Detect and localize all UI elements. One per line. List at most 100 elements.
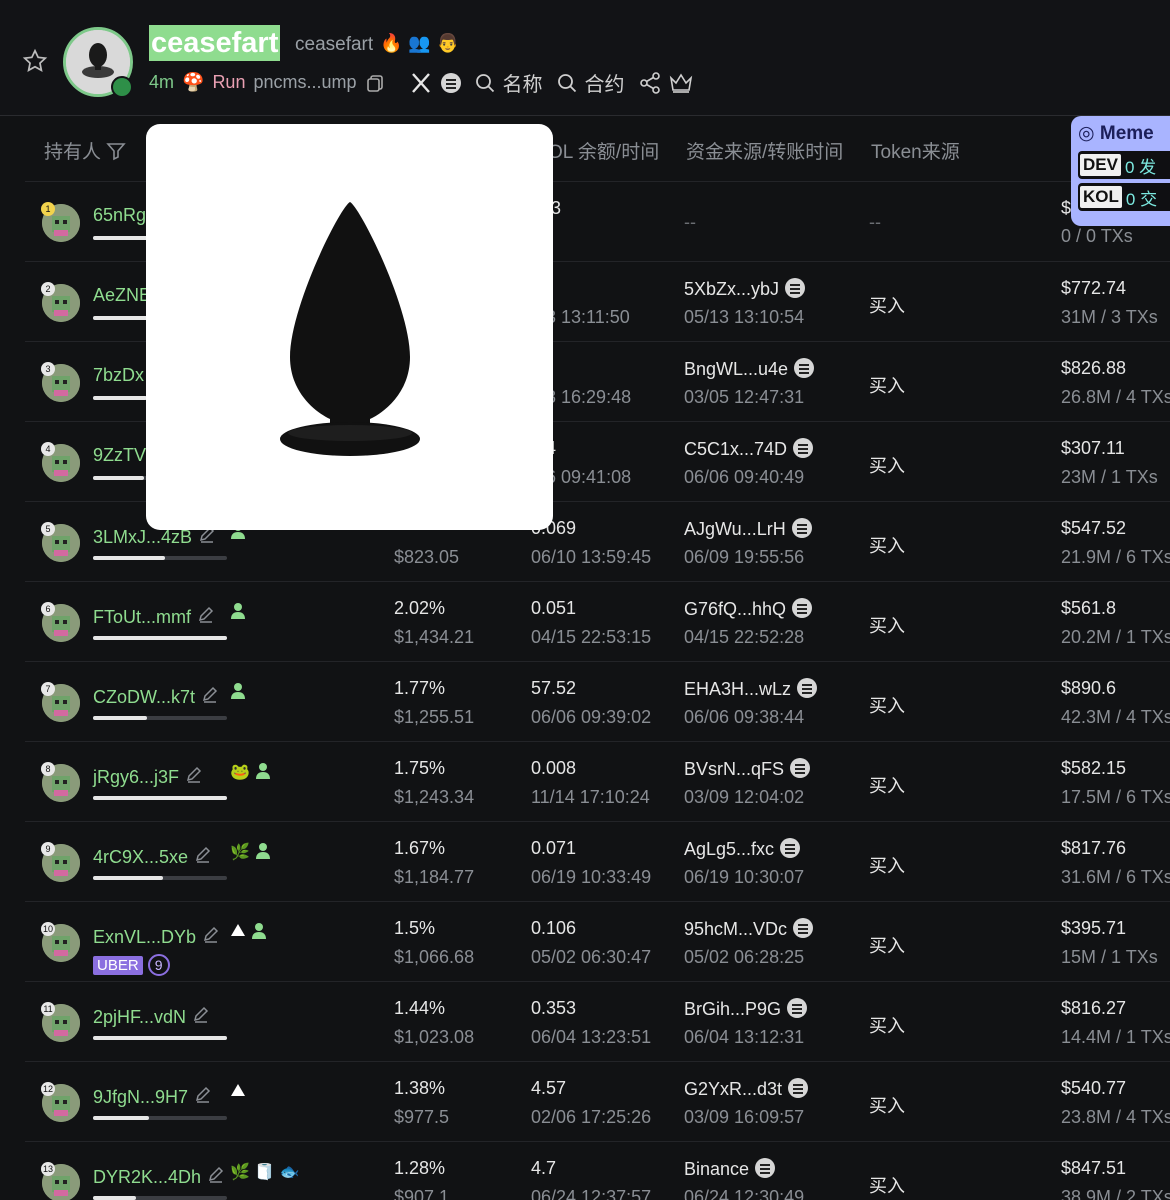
fund-time: 06/04 13:12:31	[684, 1027, 805, 1047]
edit-icon[interactable]	[202, 925, 220, 943]
token-name[interactable]: ceasefart	[149, 25, 281, 61]
holder-address[interactable]: CZoDW...k7t	[93, 685, 219, 708]
table-row[interactable]: 12 9JfgN...9H7 1.38% $977.5 4.57 02/06 17:25:…	[25, 1061, 1170, 1141]
share-icon[interactable]	[639, 71, 661, 94]
sol-balance: 0.106	[531, 918, 577, 938]
holder-address[interactable]: 4rC9X...5xe	[93, 845, 212, 868]
holder-address-text: AeZNE	[93, 285, 152, 305]
holding-usd: $1,066.68	[394, 947, 475, 967]
search-icon[interactable]	[475, 73, 495, 93]
holding-usd: $1,243.34	[394, 787, 475, 807]
filter-icon[interactable]	[106, 141, 127, 161]
pnl-value: $847.51	[1061, 1158, 1127, 1178]
table-row[interactable]: 9 4rC9X...5xe 🌿 1.67% $1,184.77 0.071 06/19 10…	[25, 821, 1170, 901]
pnl-value: $547.52	[1061, 518, 1127, 538]
holding-percent: 1.28%	[394, 1158, 446, 1178]
fund-source-text: 5XbZx...ybJ	[684, 279, 780, 299]
copy-icon[interactable]	[365, 73, 385, 93]
rank-badge: 12	[41, 1082, 56, 1096]
fund-time: 03/09 12:04:02	[684, 787, 805, 807]
sol-time: 06/10 13:59:45	[531, 547, 652, 567]
fund-source-text: Binance	[684, 1159, 750, 1179]
pnl-subtext: 38.9M / 2 TXs	[1061, 1187, 1170, 1200]
edit-icon[interactable]	[192, 1005, 210, 1023]
sol-time: 11/14 17:10:24	[531, 787, 650, 807]
col-holder[interactable]: 持有人	[44, 137, 127, 164]
fund-source[interactable]: BngWL...u4e	[684, 358, 815, 380]
fund-time: 05/13 13:10:54	[684, 307, 805, 327]
search-name-button[interactable]: 名称	[503, 68, 543, 97]
meme-title-text: Meme	[1099, 123, 1154, 144]
holding-bar	[93, 1116, 227, 1120]
contract-address[interactable]: pncms...ump	[253, 72, 356, 93]
users-icon: 👥	[408, 33, 431, 53]
holder-tags	[230, 682, 246, 700]
pnl-value: $817.76	[1061, 838, 1127, 858]
fund-source[interactable]: G76fQ...hhQ	[684, 598, 813, 620]
col-fund-source[interactable]: 资金来源/转账时间	[686, 137, 843, 164]
edit-icon[interactable]	[194, 845, 212, 863]
holder-address[interactable]: jRgy6...j3F	[93, 765, 203, 788]
crown-icon[interactable]	[669, 72, 693, 94]
search-contract-button[interactable]: 合约	[585, 68, 625, 97]
holder-address-text: DYR2K...4Dh	[93, 1167, 202, 1187]
fund-source[interactable]: C5C1x...74D	[684, 438, 814, 460]
table-row[interactable]: 10 ExnVL...DYb UBER 9 1.5% $1,066.68 0.106 05/0…	[25, 901, 1170, 981]
fund-source[interactable]: Binance	[684, 1158, 776, 1180]
fund-time: 05/02 06:28:25	[684, 947, 805, 967]
fund-source[interactable]: G2YxR...d3t	[684, 1078, 809, 1100]
search-icon[interactable]	[557, 73, 577, 93]
solana-icon	[755, 1158, 776, 1178]
holder-address[interactable]: ExnVL...DYb	[93, 925, 220, 948]
holder-address[interactable]: 9JfgN...9H7	[93, 1085, 212, 1108]
meme-panel[interactable]: ◎ Meme DEV 0 发 KOL 0 交	[1071, 116, 1170, 226]
edit-icon[interactable]	[201, 685, 219, 703]
uber-tag: UBER	[93, 955, 143, 975]
rank-badge: 6	[41, 602, 55, 616]
fund-source-text: G76fQ...hhQ	[684, 599, 787, 619]
star-icon[interactable]	[22, 48, 48, 74]
pnl-subtext: 17.5M / 6 TXs	[1061, 787, 1170, 807]
holding-bar	[93, 1036, 227, 1040]
edit-icon[interactable]	[197, 605, 215, 623]
fund-source[interactable]: EHA3H...wLz	[684, 678, 818, 700]
holder-address[interactable]: 2pjHF...vdN	[93, 1005, 210, 1028]
solana-icon[interactable]	[440, 72, 461, 93]
holder-address[interactable]: AeZNE	[93, 285, 151, 306]
table-row[interactable]: 7 CZoDW...k7t 1.77% $1,255.51 57.52 06/06 09:…	[25, 661, 1170, 741]
rank-badge: 9	[41, 842, 55, 856]
fund-source[interactable]: BrGih...P9G	[684, 998, 808, 1020]
edit-icon[interactable]	[194, 1085, 212, 1103]
token-age: 4m	[149, 72, 175, 92]
fund-source[interactable]: AJgWu...LrH	[684, 518, 812, 540]
table-row[interactable]: 11 2pjHF...vdN 1.44% $1,023.08 0.353 06/04 13…	[25, 981, 1170, 1061]
fund-source[interactable]: BVsrN...qFS	[684, 758, 811, 780]
pnl-subtext: 42.3M / 4 TXs	[1061, 707, 1170, 727]
holder-address-text: 7bzDx	[93, 365, 145, 385]
holding-bar	[93, 636, 227, 640]
edit-icon[interactable]	[185, 765, 203, 783]
holder-address[interactable]: 65nRg	[93, 205, 146, 226]
fund-source[interactable]: AgLg5...fxc	[684, 838, 801, 860]
table-row[interactable]: 13 DYR2K...4Dh 🌿 🧻 🐟 1.28% $907.1 4.7 06/24 12:3…	[25, 1141, 1170, 1200]
table-row[interactable]: 6 FToUt...mmf 2.02% $1,434.21 0.051 04/15 22:…	[25, 581, 1170, 661]
edit-icon[interactable]	[207, 1165, 225, 1183]
col-sol-balance[interactable]: OL 余额/时间	[548, 137, 659, 164]
fund-source-text: 95hcM...VDc	[684, 919, 788, 939]
rank-badge: 10	[41, 922, 56, 936]
fund-source[interactable]: 95hcM...VDc	[684, 918, 814, 940]
token-source: 买入	[869, 936, 905, 956]
fund-source[interactable]: 5XbZx...ybJ	[684, 278, 806, 300]
col-token-source[interactable]: Token来源	[871, 137, 960, 164]
x-twitter-icon[interactable]	[409, 71, 433, 95]
holder-address[interactable]: DYR2K...4Dh	[93, 1165, 225, 1188]
holder-address[interactable]: FToUt...mmf	[93, 605, 215, 628]
holder-address[interactable]: 7bzDx	[93, 365, 144, 386]
table-row[interactable]: 8 jRgy6...j3F 🐸 1.75% $1,243.34 0.008 11/14 17…	[25, 741, 1170, 821]
holding-percent: 1.44%	[394, 998, 446, 1018]
holder-address-text: 2pjHF...vdN	[93, 1007, 187, 1027]
holder-address[interactable]: 9ZzTV	[93, 445, 146, 466]
sol-time: 06/19 10:33:49	[531, 867, 652, 887]
fund-source[interactable]: --	[684, 212, 696, 233]
pnl-subtext: 23.8M / 4 TXs	[1061, 1107, 1170, 1127]
